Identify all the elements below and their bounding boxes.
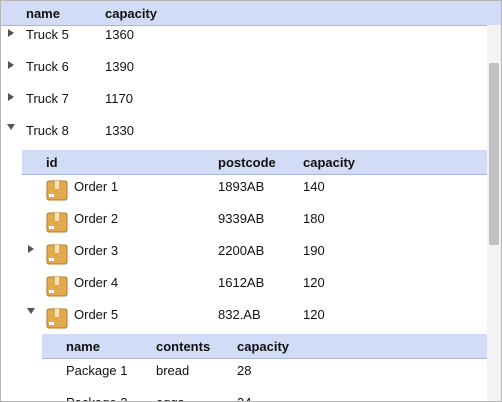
column-header-name[interactable]: name [66,339,100,354]
package-name: Package 1 [66,363,128,378]
truck-capacity: 1390 [105,59,134,74]
order-capacity: 120 [303,307,325,322]
package-contents: eggs [156,393,184,401]
order-id: Order 2 [74,211,119,226]
package-capacity: 24 [237,393,251,401]
truck-table-header: name capacity [1,1,501,26]
expand-triangle-icon[interactable] [8,29,14,37]
package-contents: bread [156,363,190,378]
order-capacity: 180 [303,211,325,226]
package-box-icon [46,180,68,201]
collapse-triangle-icon[interactable] [27,308,35,314]
package-row[interactable]: Package 1 bread 28 [42,361,487,381]
order-capacity: 190 [303,243,325,258]
truck-name: Truck 6 [26,59,69,74]
package-capacity: 28 [237,363,252,378]
truck-row[interactable]: Truck 7 1170 [1,89,487,109]
column-header-name[interactable]: name [26,6,60,21]
truck-capacity: 1170 [105,91,133,106]
package-name: Package 2 [66,393,127,401]
expand-triangle-icon[interactable] [28,245,34,253]
order-capacity: 120 [303,275,325,290]
truck-name: Truck 5 [26,27,69,42]
column-header-capacity[interactable]: capacity [237,339,289,354]
collapse-triangle-icon[interactable] [7,124,15,130]
order-id: Order 3 [74,243,119,258]
order-row[interactable]: Order 4 1612AB 120 [22,273,487,297]
expand-triangle-icon[interactable] [8,61,14,69]
order-row-expanded[interactable]: Order 5 832.AB 120 [22,305,487,329]
scrollbar-thumb[interactable] [489,63,499,245]
package-box-icon [46,244,68,265]
package-box-icon [46,276,68,297]
truck-row-expanded[interactable]: Truck 8 1330 [1,121,487,141]
truck-row[interactable]: Truck 6 1390 [1,57,487,77]
truck-row[interactable]: Truck 5 1360 [1,25,487,45]
truck-capacity: 1360 [105,27,134,42]
order-postcode: 9339AB [218,211,265,226]
column-header-postcode[interactable]: postcode [218,155,276,170]
column-header-contents[interactable]: contents [156,339,210,354]
order-postcode: 1893AB [218,179,265,194]
truck-name: Truck 7 [26,91,69,106]
package-box-icon [46,308,68,329]
package-box-icon [46,212,68,233]
order-id: Order 4 [74,275,119,290]
order-row[interactable]: Order 3 2200AB 190 [22,241,487,265]
package-table-header: name contents capacity [42,334,487,359]
column-header-capacity[interactable]: capacity [303,155,355,170]
order-id: Order 1 [74,179,119,194]
order-row[interactable]: Order 1 1893AB 140 [22,177,487,201]
expand-triangle-icon[interactable] [8,93,14,101]
order-row[interactable]: Order 2 9339AB 180 [22,209,487,233]
truck-name: Truck 8 [26,123,69,138]
column-header-id[interactable]: id [46,155,58,170]
order-postcode: 2200AB [218,243,265,258]
order-capacity: 140 [303,179,325,194]
package-row[interactable]: Package 2 eggs 24 [42,393,487,401]
truck-capacity: 1330 [105,123,134,138]
order-id: Order 5 [74,307,119,322]
column-header-capacity[interactable]: capacity [105,6,157,21]
order-postcode: 1612AB [218,275,265,290]
order-table-header: id postcode capacity [22,150,487,175]
tree-table: name capacity Truck 5 1360 Truck 6 1390 … [0,0,502,402]
order-postcode: 832.AB [218,307,261,322]
